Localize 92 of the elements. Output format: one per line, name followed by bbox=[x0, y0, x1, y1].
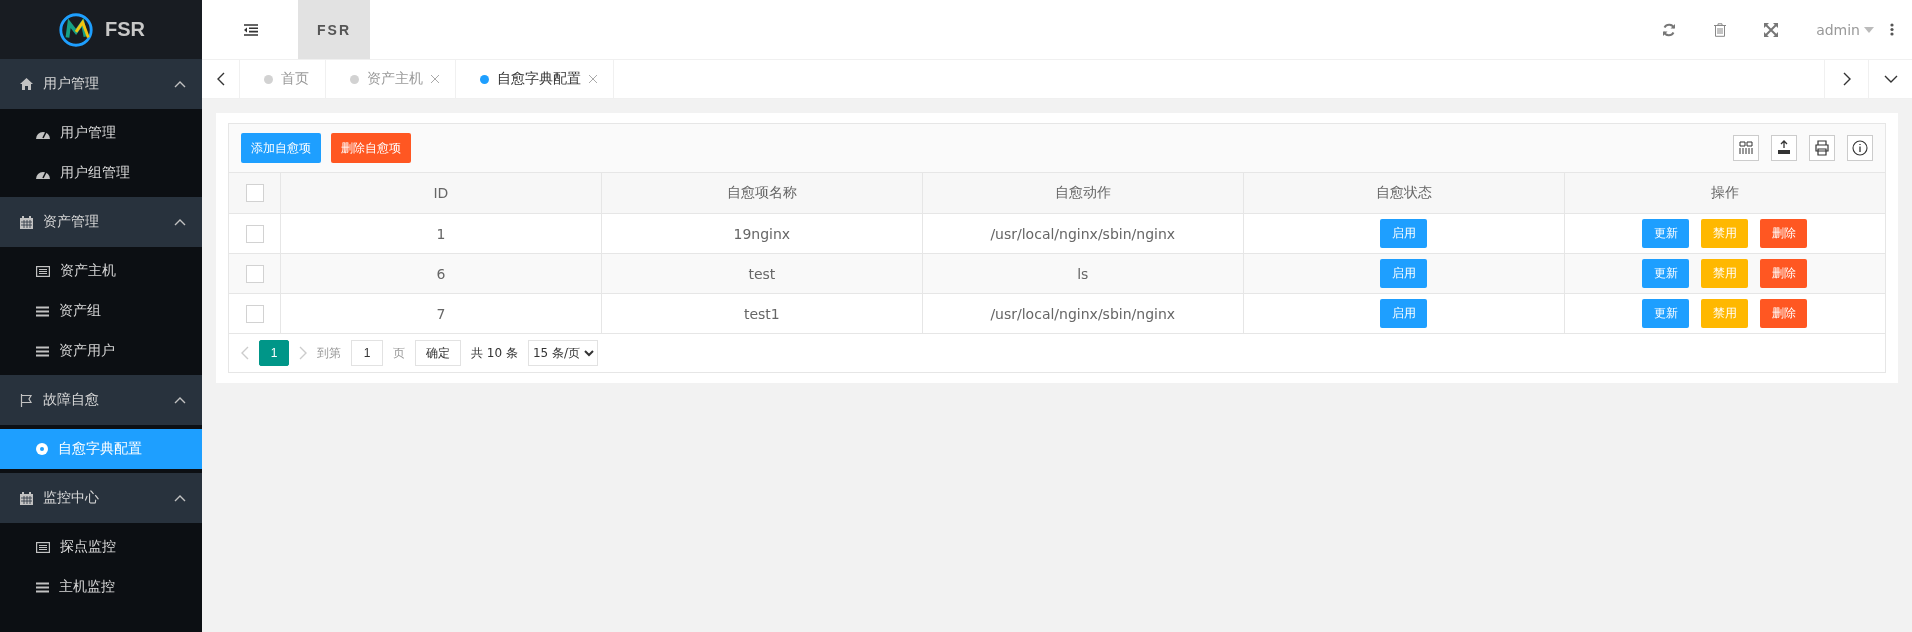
menu-icon bbox=[36, 305, 49, 317]
sidebar-group[interactable]: 资产管理 bbox=[0, 197, 202, 247]
toolbar-button[interactable]: 删除自愈项 bbox=[331, 133, 411, 163]
close-icon[interactable] bbox=[589, 75, 597, 83]
toolbar-button[interactable]: 添加自愈项 bbox=[241, 133, 321, 163]
page-input[interactable]: 1 bbox=[351, 340, 383, 366]
row-action-button[interactable]: 更新 bbox=[1642, 259, 1690, 288]
column-header: 自愈动作 bbox=[922, 173, 1244, 214]
sidebar-item[interactable]: 探点监控 bbox=[0, 527, 202, 567]
print-icon[interactable] bbox=[1809, 135, 1835, 161]
circle-icon bbox=[36, 443, 48, 455]
row-action-button[interactable]: 删除 bbox=[1760, 259, 1808, 288]
chevron-icon bbox=[174, 218, 186, 226]
home-icon bbox=[20, 78, 33, 90]
logo-icon bbox=[57, 10, 95, 49]
chevron-right-icon bbox=[1842, 72, 1851, 86]
sidebar-group[interactable]: 用户管理 bbox=[0, 59, 202, 109]
sidebar-group[interactable]: 监控中心 bbox=[0, 473, 202, 523]
row-action-button[interactable]: 禁用 bbox=[1701, 299, 1749, 328]
menu-icon bbox=[36, 581, 49, 593]
status-button[interactable]: 启用 bbox=[1380, 219, 1428, 248]
sidebar-group[interactable]: 故障自愈 bbox=[0, 375, 202, 425]
logo-text: FSR bbox=[105, 18, 145, 41]
select-all-checkbox[interactable] bbox=[245, 184, 264, 202]
row-checkbox[interactable] bbox=[245, 264, 264, 283]
sidebar-item[interactable]: 资产组 bbox=[0, 291, 202, 331]
tab-dot-icon bbox=[264, 74, 273, 84]
row-action-button[interactable]: 删除 bbox=[1760, 299, 1808, 328]
next-page-icon[interactable] bbox=[299, 346, 307, 360]
table-cell: 6 bbox=[280, 253, 602, 294]
page-tab[interactable]: 资产主机 bbox=[326, 60, 456, 98]
column-header: 自愈项名称 bbox=[601, 173, 923, 214]
previous-page-icon[interactable] bbox=[241, 346, 249, 360]
list-icon bbox=[36, 541, 50, 553]
more-icon[interactable] bbox=[1890, 23, 1894, 36]
refresh-icon[interactable] bbox=[1662, 22, 1677, 37]
table-cell: 1 bbox=[280, 213, 602, 254]
app-title: FSR bbox=[298, 0, 370, 59]
row-action-button[interactable]: 禁用 bbox=[1701, 259, 1749, 288]
flag-icon bbox=[20, 393, 33, 407]
status-button[interactable]: 启用 bbox=[1380, 259, 1428, 288]
calendar-icon bbox=[20, 215, 33, 229]
table-cell: ls bbox=[922, 253, 1244, 294]
chevron-icon bbox=[174, 396, 186, 404]
trash-icon[interactable] bbox=[1714, 22, 1727, 37]
info-icon[interactable] bbox=[1847, 135, 1873, 161]
columns-icon[interactable] bbox=[1733, 135, 1759, 161]
goto-label: 到第 bbox=[317, 344, 341, 362]
export-icon[interactable] bbox=[1771, 135, 1797, 161]
chevron-icon bbox=[174, 80, 186, 88]
page-tab[interactable]: 自愈字典配置 bbox=[456, 60, 614, 98]
sidebar-item[interactable]: 资产用户 bbox=[0, 331, 202, 371]
row-action-button[interactable]: 禁用 bbox=[1701, 219, 1749, 248]
table-cell: test1 bbox=[601, 293, 923, 334]
list-icon bbox=[36, 265, 50, 277]
column-header: ID bbox=[280, 173, 602, 214]
caret-icon bbox=[1864, 26, 1874, 33]
sidebar-item[interactable]: 用户组管理 bbox=[0, 153, 202, 193]
total-count: 共 10 条 bbox=[471, 344, 518, 362]
row-checkbox[interactable] bbox=[245, 224, 264, 243]
user-menu[interactable]: admin bbox=[1816, 21, 1874, 38]
row-action-button[interactable]: 更新 bbox=[1642, 299, 1690, 328]
row-action-button[interactable]: 更新 bbox=[1642, 219, 1690, 248]
chevron-icon bbox=[174, 494, 186, 502]
sidebar-item[interactable]: 用户管理 bbox=[0, 113, 202, 153]
chevron-left-icon bbox=[216, 72, 225, 86]
calendar-icon bbox=[20, 491, 33, 505]
sidebar-item[interactable]: 自愈字典配置 bbox=[0, 429, 202, 469]
confirm-button[interactable]: 确定 bbox=[415, 340, 461, 366]
tab-dot-icon bbox=[480, 74, 489, 84]
table-cell: 19nginx bbox=[601, 213, 923, 254]
column-header: 操作 bbox=[1564, 173, 1885, 214]
status-button[interactable]: 启用 bbox=[1380, 299, 1428, 328]
chevron-down-icon bbox=[1883, 75, 1898, 83]
page-unit-label: 页 bbox=[393, 344, 405, 362]
menu-icon bbox=[36, 345, 49, 357]
table-cell: /usr/local/nginx/sbin/nginx bbox=[922, 293, 1244, 334]
sidebar-item[interactable]: 主机监控 bbox=[0, 567, 202, 607]
sidebar-item[interactable]: 资产主机 bbox=[0, 251, 202, 291]
table-cell: /usr/local/nginx/sbin/nginx bbox=[922, 213, 1244, 254]
column-header: 自愈状态 bbox=[1243, 173, 1565, 214]
table-cell: test bbox=[601, 253, 923, 294]
row-action-button[interactable]: 删除 bbox=[1760, 219, 1808, 248]
page-button[interactable]: 1 bbox=[259, 340, 289, 366]
page-size-select[interactable]: 15 条/页 bbox=[527, 340, 598, 366]
row-checkbox[interactable] bbox=[245, 304, 264, 323]
tab-dot-icon bbox=[350, 74, 359, 84]
page-tab[interactable]: 首页 bbox=[240, 60, 326, 98]
sidebar-toggle-icon[interactable] bbox=[244, 23, 258, 36]
close-icon[interactable] bbox=[431, 75, 439, 83]
table-cell: 7 bbox=[280, 293, 602, 334]
fullscreen-icon[interactable] bbox=[1764, 22, 1779, 37]
